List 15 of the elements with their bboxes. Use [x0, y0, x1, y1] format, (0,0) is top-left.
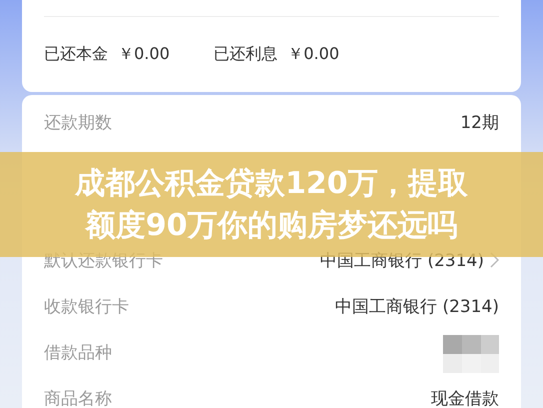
detail-value: 中国工商银行 (2314): [335, 296, 499, 318]
summary-amount: ￥0.00: [118, 44, 170, 65]
detail-label: 默认还款银行卡: [44, 250, 163, 272]
detail-label: 借款品种: [44, 342, 112, 364]
detail-label: 还款期数: [44, 112, 112, 134]
summary-label: 已还本金: [44, 44, 108, 65]
summary-label: 已还利息: [214, 44, 278, 65]
detail-label: 收款银行卡: [44, 296, 129, 318]
detail-label: 商品名称: [44, 388, 112, 408]
headline: 成都公积金贷款120万，提取额度90万你的购房梦还远吗: [74, 164, 469, 244]
summary-amount: ￥0.00: [288, 44, 340, 65]
detail-value: 12期: [460, 112, 499, 134]
detail-value: 中国工商银行 (2314): [320, 250, 484, 272]
mosaic-drawing: [443, 335, 499, 373]
detail-value: 现金借款: [431, 388, 499, 408]
